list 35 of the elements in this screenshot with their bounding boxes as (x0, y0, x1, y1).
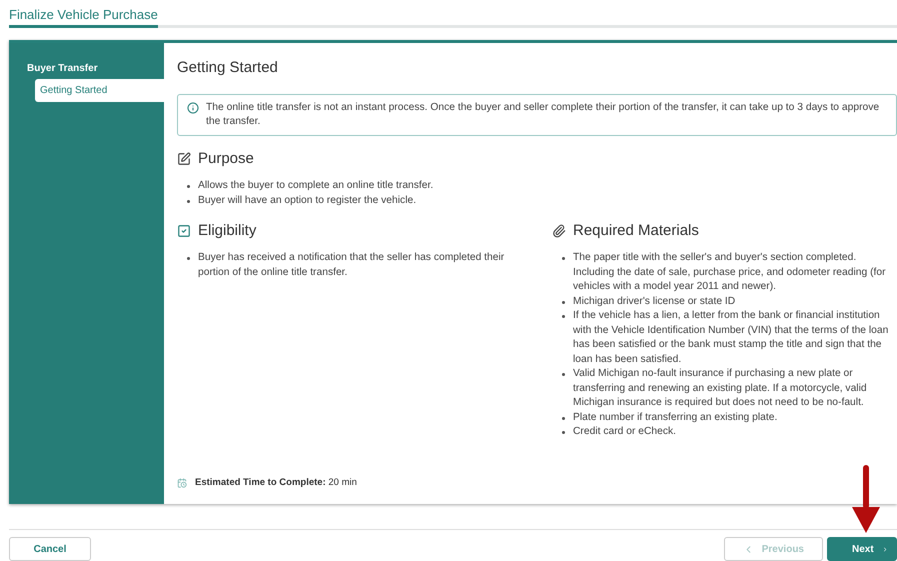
bullet-icon (187, 185, 190, 188)
bullet-icon (187, 257, 190, 260)
cancel-button[interactable]: Cancel (9, 537, 91, 561)
list-item: Valid Michigan no-fault insurance if purchasing a new plate or transferring and renewing an existing plate. If a motorcycle, valid Michigan insurance is required but does not need to be no-fault. (573, 367, 868, 410)
info-icon (187, 102, 199, 114)
list-item: Allows the buyer to complete an online title transfer. (198, 179, 434, 194)
notice-text: The online title transfer is not an instant process. Once the buyer and seller complete their portion of the transfer, it can take up to 3 days to approve the transfer. (206, 101, 880, 130)
list-item: Buyer will have an option to register the vehicle. (198, 194, 416, 208)
down-arrow-drawing (852, 465, 880, 533)
list-item: Michigan driver's license or state ID (573, 294, 736, 309)
edit-icon (177, 152, 191, 166)
calendar-icon (177, 478, 187, 488)
estimate-text: Estimated Time to Complete: 20 min (195, 477, 357, 488)
paperclip-icon (552, 224, 566, 238)
bullet-icon (562, 315, 565, 318)
section-title: Purpose (198, 150, 254, 168)
sidebar-group-label: Buyer Transfer (26, 63, 99, 74)
list-item: The paper title with the seller's and buyer's section completed. Including the date of sale, purchase price, and odometer reading (for vehicles with a model year 2011 and newer). (573, 251, 887, 294)
section-title: Required Materials (573, 222, 699, 240)
bullet-icon (562, 300, 565, 304)
checkbox-icon (177, 224, 191, 238)
bullet-icon (562, 431, 565, 434)
page-title: Finalize Vehicle Purchase (9, 7, 158, 28)
list-item: Credit card or eCheck. (573, 425, 676, 440)
bullet-icon (562, 257, 565, 260)
sidebar-item[interactable]: Getting Started (35, 79, 164, 102)
list-item: If the vehicle has a lien, a letter from the bank or financial institution with the Vehicle Identification Number (VIN) that the terms of the loan has been satisfied or the bank must stamp the title and sign that the loan has been satisfied. (573, 309, 890, 367)
bullet-icon (562, 416, 565, 420)
section-heading: Getting Started (177, 59, 279, 76)
list-item: Buyer has received a notification that the seller has completed their portion of the online title transfer. (198, 251, 506, 280)
section-title: Eligibility (198, 222, 256, 240)
next-button[interactable]: Next (827, 537, 897, 561)
bullet-icon (187, 200, 190, 203)
list-item: Plate number if transferring an existing plate. (573, 410, 778, 425)
bullet-icon (562, 373, 565, 376)
